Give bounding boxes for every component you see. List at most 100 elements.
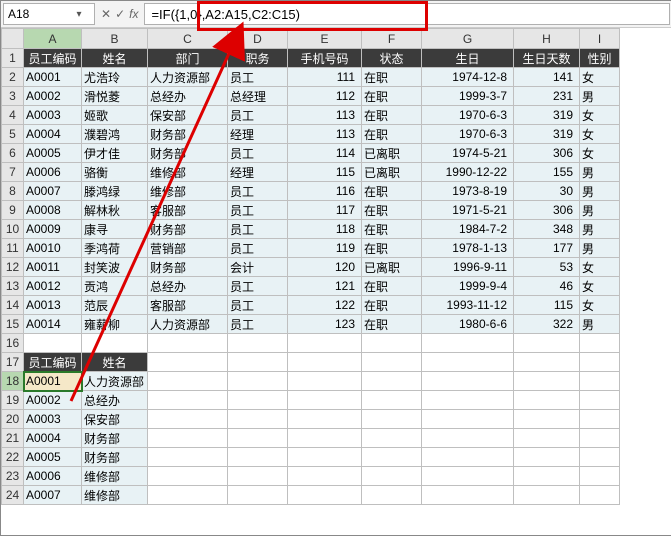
row-header[interactable]: 4 bbox=[2, 106, 24, 125]
cell[interactable]: 在职 bbox=[362, 220, 422, 239]
cell[interactable]: 女 bbox=[580, 106, 620, 125]
cell[interactable]: A0014 bbox=[24, 315, 82, 334]
cell[interactable] bbox=[362, 334, 422, 353]
cell[interactable]: 总经办 bbox=[148, 277, 228, 296]
cell[interactable]: 员工 bbox=[228, 68, 288, 87]
cell[interactable]: 女 bbox=[580, 277, 620, 296]
name-box-dropdown-icon[interactable]: ▾ bbox=[70, 9, 88, 20]
cell[interactable] bbox=[228, 372, 288, 391]
col-header-I[interactable]: I bbox=[580, 29, 620, 49]
cell[interactable]: 滕鸿绿 bbox=[82, 182, 148, 201]
cell[interactable] bbox=[288, 467, 362, 486]
cell[interactable] bbox=[580, 467, 620, 486]
row-header[interactable]: 20 bbox=[2, 410, 24, 429]
cell[interactable]: 女 bbox=[580, 144, 620, 163]
cell[interactable] bbox=[288, 372, 362, 391]
cell[interactable]: A0005 bbox=[24, 144, 82, 163]
cell[interactable]: 已离职 bbox=[362, 144, 422, 163]
cell[interactable]: 客服部 bbox=[148, 201, 228, 220]
cell[interactable] bbox=[580, 353, 620, 372]
cell[interactable]: 1990-12-22 bbox=[422, 163, 514, 182]
cell[interactable]: 尤浩玲 bbox=[82, 68, 148, 87]
cell[interactable] bbox=[228, 391, 288, 410]
header-cell[interactable]: 姓名 bbox=[82, 49, 148, 68]
cell[interactable]: 员工 bbox=[228, 201, 288, 220]
cell[interactable]: 贡鸿 bbox=[82, 277, 148, 296]
cell[interactable]: 141 bbox=[514, 68, 580, 87]
cell[interactable]: 123 bbox=[288, 315, 362, 334]
row-header[interactable]: 23 bbox=[2, 467, 24, 486]
cell[interactable]: 维修部 bbox=[148, 182, 228, 201]
header-cell[interactable]: 职务 bbox=[228, 49, 288, 68]
cell[interactable] bbox=[228, 410, 288, 429]
cell[interactable]: 已离职 bbox=[362, 258, 422, 277]
cell[interactable] bbox=[362, 353, 422, 372]
cell[interactable]: 在职 bbox=[362, 201, 422, 220]
cell[interactable]: 在职 bbox=[362, 277, 422, 296]
cell[interactable]: 115 bbox=[288, 163, 362, 182]
row-header[interactable]: 10 bbox=[2, 220, 24, 239]
row-header[interactable]: 19 bbox=[2, 391, 24, 410]
cell[interactable]: 财务部 bbox=[82, 448, 148, 467]
cell[interactable]: 姬歌 bbox=[82, 106, 148, 125]
cell[interactable]: 季鸿荷 bbox=[82, 239, 148, 258]
cell[interactable] bbox=[148, 467, 228, 486]
cell[interactable] bbox=[514, 448, 580, 467]
cell[interactable]: 122 bbox=[288, 296, 362, 315]
row-header[interactable]: 1 bbox=[2, 49, 24, 68]
cell[interactable]: 范辰 bbox=[82, 296, 148, 315]
cell[interactable]: A0010 bbox=[24, 239, 82, 258]
header-cell[interactable]: 手机号码 bbox=[288, 49, 362, 68]
cell[interactable] bbox=[422, 391, 514, 410]
cell[interactable] bbox=[514, 334, 580, 353]
cell[interactable]: 在职 bbox=[362, 106, 422, 125]
formula-input[interactable]: =IF({1,0},A2:A15,C2:C15) bbox=[144, 3, 670, 25]
cell[interactable]: 男 bbox=[580, 163, 620, 182]
cell[interactable] bbox=[514, 372, 580, 391]
row-header[interactable]: 15 bbox=[2, 315, 24, 334]
cell[interactable] bbox=[148, 372, 228, 391]
cell[interactable] bbox=[362, 448, 422, 467]
cell[interactable]: 总经办 bbox=[82, 391, 148, 410]
cell[interactable]: 员工 bbox=[228, 296, 288, 315]
row-header[interactable]: 22 bbox=[2, 448, 24, 467]
cell[interactable]: 保安部 bbox=[82, 410, 148, 429]
cell[interactable]: 319 bbox=[514, 106, 580, 125]
cell[interactable]: 53 bbox=[514, 258, 580, 277]
cell[interactable]: 解林秋 bbox=[82, 201, 148, 220]
name-box-input[interactable] bbox=[4, 6, 70, 22]
cell[interactable]: 财务部 bbox=[82, 429, 148, 448]
cell[interactable] bbox=[514, 353, 580, 372]
cell[interactable]: 员工 bbox=[228, 106, 288, 125]
cell[interactable] bbox=[228, 486, 288, 505]
row-header[interactable]: 12 bbox=[2, 258, 24, 277]
cell[interactable] bbox=[148, 429, 228, 448]
cell[interactable] bbox=[580, 334, 620, 353]
cell[interactable]: 女 bbox=[580, 125, 620, 144]
cell[interactable] bbox=[362, 429, 422, 448]
cell[interactable]: 177 bbox=[514, 239, 580, 258]
cell[interactable]: A0003 bbox=[24, 410, 82, 429]
cell[interactable]: 1999-3-7 bbox=[422, 87, 514, 106]
cell[interactable]: 保安部 bbox=[148, 106, 228, 125]
cell[interactable]: 46 bbox=[514, 277, 580, 296]
cell[interactable]: 119 bbox=[288, 239, 362, 258]
cell[interactable]: 员工 bbox=[228, 182, 288, 201]
cell[interactable] bbox=[148, 353, 228, 372]
row-header[interactable]: 17 bbox=[2, 353, 24, 372]
cell[interactable] bbox=[288, 410, 362, 429]
cell[interactable]: 康寻 bbox=[82, 220, 148, 239]
header-cell[interactable]: 生日天数 bbox=[514, 49, 580, 68]
col-header-G[interactable]: G bbox=[422, 29, 514, 49]
cell[interactable]: A0004 bbox=[24, 429, 82, 448]
cell[interactable]: 1999-9-4 bbox=[422, 277, 514, 296]
cell[interactable]: 客服部 bbox=[148, 296, 228, 315]
fx-icon[interactable]: fx bbox=[129, 7, 138, 21]
cell[interactable]: 女 bbox=[580, 296, 620, 315]
cell[interactable] bbox=[514, 410, 580, 429]
cell[interactable]: 维修部 bbox=[82, 467, 148, 486]
cell[interactable] bbox=[580, 448, 620, 467]
cell[interactable]: 120 bbox=[288, 258, 362, 277]
cell[interactable] bbox=[288, 429, 362, 448]
cell[interactable]: A0009 bbox=[24, 220, 82, 239]
